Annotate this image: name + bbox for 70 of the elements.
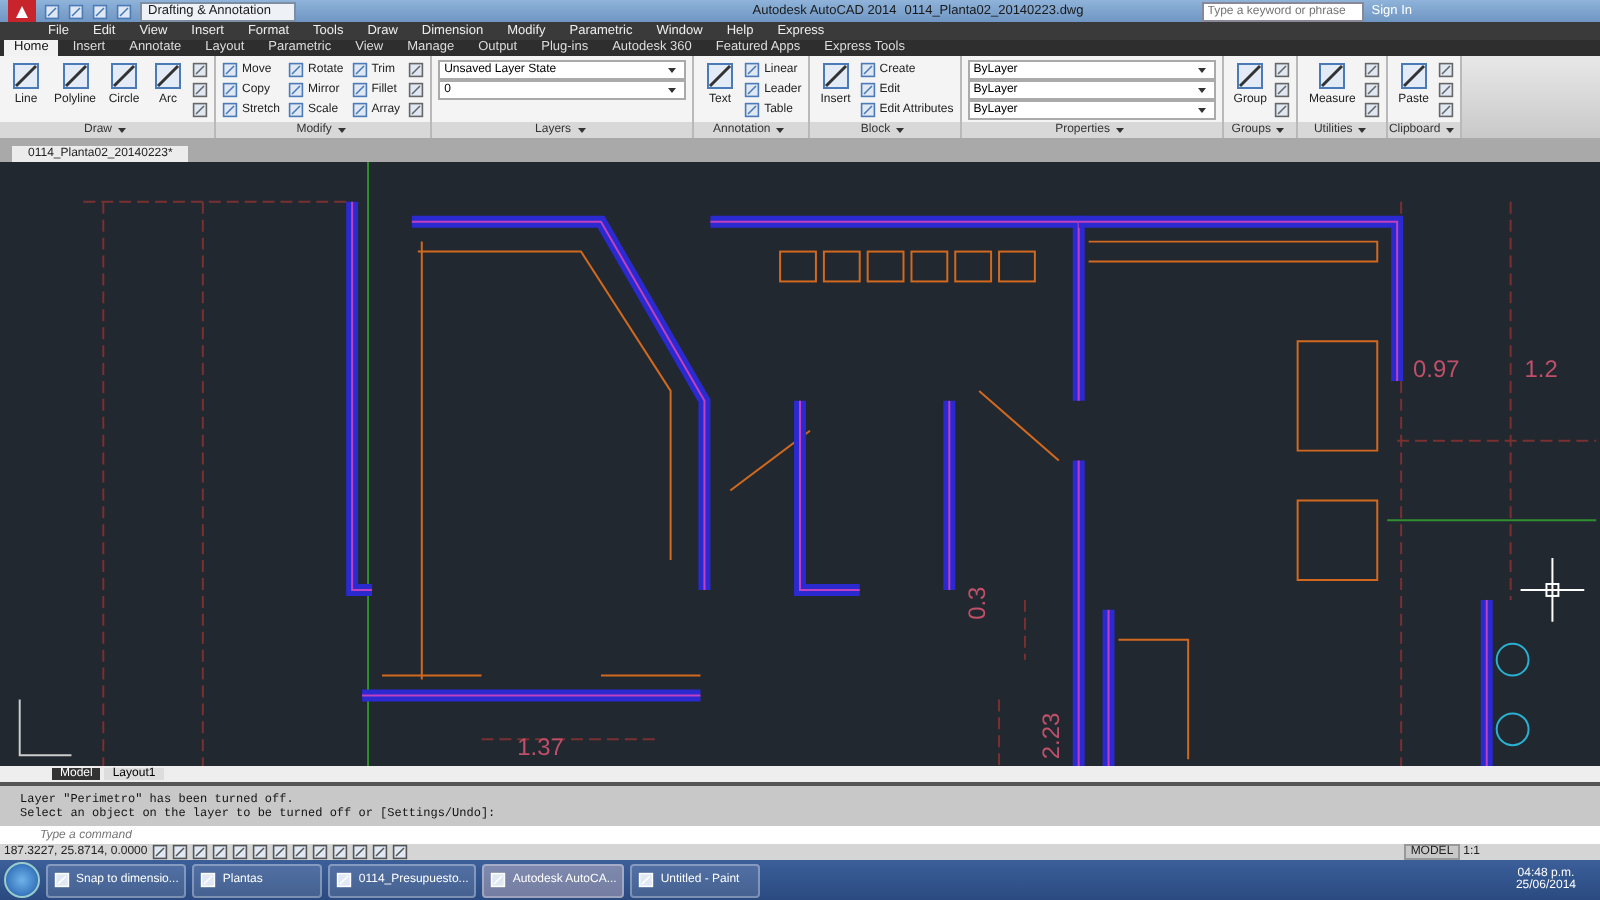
start-button[interactable] bbox=[4, 862, 40, 899]
dimension-label: 1.2 bbox=[1524, 354, 1558, 383]
tool-icon bbox=[704, 59, 737, 92]
tool-icon[interactable] bbox=[408, 101, 425, 118]
square-icon[interactable] bbox=[744, 81, 761, 98]
tool-icon[interactable] bbox=[1274, 81, 1291, 98]
square-icon[interactable] bbox=[288, 81, 305, 98]
square-icon[interactable] bbox=[351, 81, 368, 98]
tool-icon[interactable] bbox=[192, 81, 209, 98]
status-toggle-icon[interactable] bbox=[272, 844, 288, 861]
tool-icon[interactable] bbox=[1274, 101, 1291, 118]
status-toggle-icon[interactable] bbox=[232, 844, 248, 861]
status-toggle-icon[interactable] bbox=[172, 844, 188, 861]
tool-icon[interactable] bbox=[1437, 81, 1454, 98]
square-icon[interactable] bbox=[744, 61, 761, 78]
tool-icon[interactable] bbox=[1274, 61, 1291, 78]
tool-icon[interactable] bbox=[408, 81, 425, 98]
window-icon[interactable] bbox=[54, 872, 70, 889]
tool-icon[interactable] bbox=[1437, 101, 1454, 118]
tool-icon bbox=[1316, 59, 1349, 92]
dimension-label: 2.23 bbox=[1036, 712, 1065, 759]
toolbar-icon[interactable] bbox=[92, 3, 108, 19]
tool-icon bbox=[59, 59, 91, 92]
status-toggle-icon[interactable] bbox=[252, 844, 268, 861]
tool-icon bbox=[819, 59, 852, 92]
status-toggle-icon[interactable] bbox=[352, 844, 368, 861]
status-toggle-icon[interactable] bbox=[372, 844, 388, 861]
window-icon[interactable] bbox=[336, 872, 353, 889]
square-icon[interactable] bbox=[859, 81, 876, 98]
status-toggle-icon[interactable] bbox=[152, 844, 168, 861]
window-icon[interactable] bbox=[200, 872, 217, 889]
dimension-label: 1.37 bbox=[517, 732, 564, 761]
tool-icon[interactable] bbox=[1363, 61, 1380, 78]
ucs-axis-icon bbox=[18, 697, 73, 756]
tool-icon bbox=[108, 59, 141, 92]
status-toggle-icon[interactable] bbox=[292, 844, 308, 861]
square-icon[interactable] bbox=[222, 101, 239, 118]
crosshair-cursor-icon bbox=[1519, 556, 1586, 623]
status-toggle-icon[interactable] bbox=[192, 844, 208, 861]
tool-icon bbox=[1397, 59, 1430, 92]
square-icon[interactable] bbox=[222, 61, 239, 78]
tool-icon[interactable] bbox=[192, 61, 209, 78]
tool-icon bbox=[10, 59, 42, 92]
square-icon[interactable] bbox=[859, 101, 876, 118]
status-toggle-icon[interactable] bbox=[392, 844, 408, 861]
square-icon[interactable] bbox=[859, 61, 876, 78]
square-icon[interactable] bbox=[288, 61, 305, 78]
tool-icon[interactable] bbox=[1363, 81, 1380, 98]
tool-icon[interactable] bbox=[408, 61, 425, 78]
status-toggle-icon[interactable] bbox=[332, 844, 348, 861]
tool-icon[interactable] bbox=[1363, 101, 1380, 118]
tool-icon bbox=[1234, 59, 1267, 92]
toolbar-icon[interactable] bbox=[44, 3, 60, 19]
dimension-label: 0.97 bbox=[1413, 354, 1460, 383]
tool-icon bbox=[152, 59, 185, 92]
status-toggle-icon[interactable] bbox=[212, 844, 228, 861]
square-icon[interactable] bbox=[351, 61, 368, 78]
square-icon[interactable] bbox=[351, 101, 368, 118]
tool-icon[interactable] bbox=[1437, 61, 1454, 78]
square-icon[interactable] bbox=[288, 101, 305, 118]
square-icon[interactable] bbox=[744, 101, 761, 118]
window-icon[interactable] bbox=[638, 872, 655, 889]
app-logo-icon[interactable] bbox=[8, 0, 36, 22]
toolbar-icon[interactable] bbox=[68, 3, 84, 19]
dimension-label: 0.3 bbox=[963, 585, 992, 620]
status-toggle-icon[interactable] bbox=[312, 844, 328, 861]
window-icon[interactable] bbox=[490, 872, 507, 889]
toolbar-icon[interactable] bbox=[116, 3, 132, 19]
square-icon[interactable] bbox=[222, 81, 239, 98]
tool-icon[interactable] bbox=[192, 101, 209, 118]
